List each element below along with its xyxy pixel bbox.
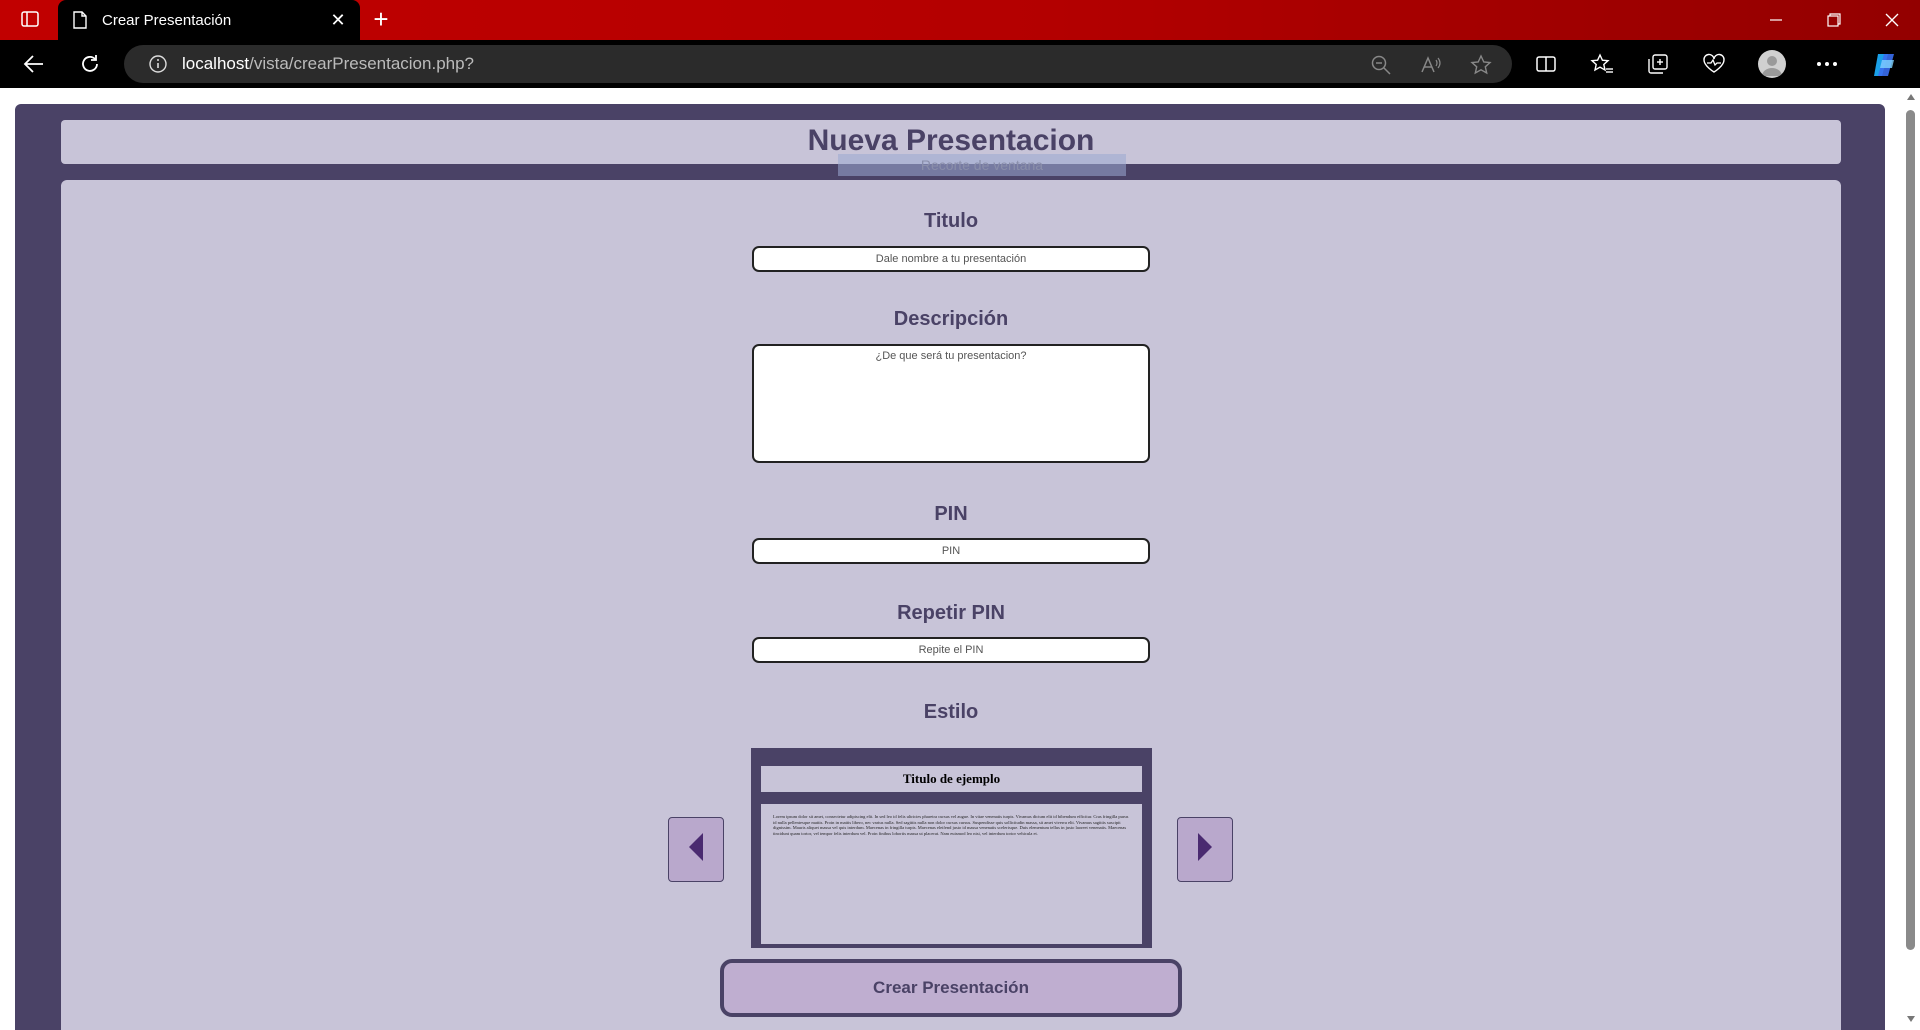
browser-titlebar: Crear Presentación ✕ + [0, 0, 1920, 40]
repetir-pin-input[interactable] [752, 637, 1150, 663]
next-style-button[interactable] [1177, 817, 1233, 882]
info-icon[interactable] [148, 54, 168, 74]
create-presentation-button[interactable]: Crear Presentación [720, 959, 1182, 1017]
profile-avatar-icon[interactable] [1758, 50, 1786, 78]
repetir-pin-label: Repetir PIN [897, 602, 1005, 624]
pin-input[interactable] [752, 538, 1150, 564]
scroll-down-icon[interactable] [1907, 1016, 1915, 1022]
descripcion-textarea[interactable] [752, 344, 1150, 463]
titulo-label: Titulo [923, 210, 979, 232]
pin-label: PIN [934, 503, 968, 525]
collections-icon[interactable] [1646, 52, 1670, 76]
url-path: /vista/crearPresentacion.php? [249, 54, 475, 73]
page-scrollbar[interactable] [1902, 88, 1920, 1030]
prev-style-button[interactable] [668, 817, 724, 882]
favorites-icon[interactable] [1590, 52, 1614, 76]
more-menu-icon[interactable] [1815, 52, 1839, 76]
descripcion-label: Descripción [893, 308, 1009, 330]
read-aloud-icon[interactable] [1420, 54, 1442, 76]
back-icon[interactable] [22, 52, 46, 76]
restore-icon[interactable] [1806, 0, 1862, 40]
new-tab-icon[interactable]: + [370, 6, 392, 32]
favorite-star-icon[interactable] [1470, 54, 1492, 76]
address-bar[interactable]: localhost/vista/crearPresentacion.php? [124, 45, 1512, 83]
arrow-right-icon [1196, 831, 1214, 868]
tab-actions-icon[interactable] [20, 9, 40, 29]
window-close-icon[interactable] [1864, 0, 1920, 40]
minimize-icon[interactable] [1748, 0, 1804, 40]
page-icon [72, 11, 88, 29]
preview-title: Titulo de ejemplo [761, 766, 1142, 792]
browser-essentials-icon[interactable] [1702, 52, 1726, 76]
browser-tab-active[interactable]: Crear Presentación ✕ [58, 0, 360, 40]
url-text[interactable]: localhost/vista/crearPresentacion.php? [182, 54, 474, 74]
titulo-input[interactable] [752, 246, 1150, 272]
url-host: localhost [182, 54, 250, 73]
browser-toolbar: localhost/vista/crearPresentacion.php? [0, 40, 1920, 88]
copilot-icon[interactable] [1870, 50, 1900, 80]
form-panel: Titulo Descripción PIN Repetir PIN Estil… [61, 180, 1841, 1030]
style-preview: Titulo de ejemplo Lorem ipsum dolor sit … [751, 748, 1152, 948]
estilo-label: Estilo [923, 701, 979, 723]
page-viewport: Nueva Presentacion Recorte de ventana Ti… [0, 88, 1920, 1030]
tab-title: Crear Presentación [102, 11, 232, 29]
split-screen-icon[interactable] [1534, 52, 1558, 76]
refresh-icon[interactable] [78, 52, 102, 76]
preview-body: Lorem ipsum dolor sit amet, consectetur … [761, 804, 1142, 944]
scroll-thumb[interactable] [1906, 110, 1915, 950]
zoom-out-icon[interactable] [1370, 54, 1392, 76]
close-icon[interactable]: ✕ [330, 11, 346, 29]
arrow-left-icon [687, 831, 705, 868]
snipping-overlay: Recorte de ventana [838, 154, 1126, 176]
scroll-up-icon[interactable] [1907, 94, 1915, 100]
